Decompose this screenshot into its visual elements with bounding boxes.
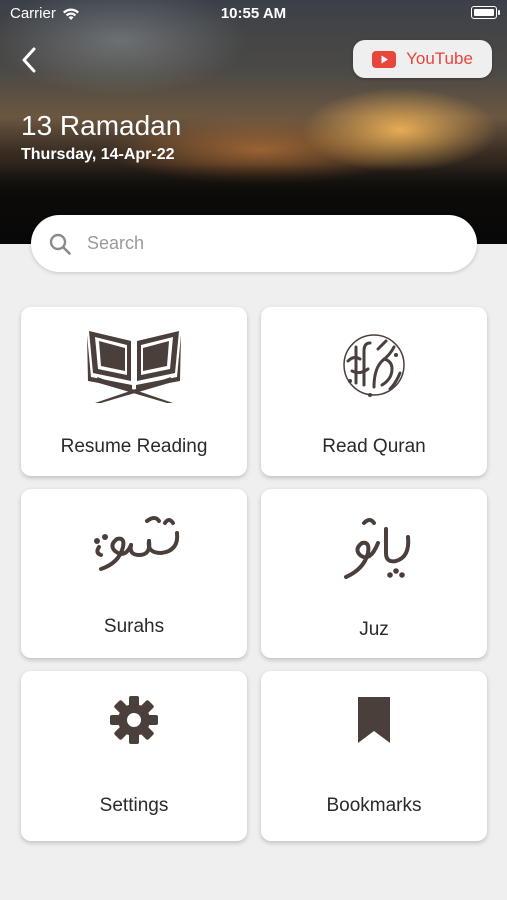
battery-icon xyxy=(471,6,500,19)
tile-label: Surahs xyxy=(103,616,165,637)
chevron-left-icon xyxy=(22,47,36,73)
gregorian-date: Thursday, 14-Apr-22 xyxy=(21,146,175,163)
read-quran-tile[interactable]: Read Quran xyxy=(261,307,487,476)
tile-label: Read Quran xyxy=(322,436,426,457)
search-icon xyxy=(49,233,71,255)
tile-label: Bookmarks xyxy=(326,795,422,816)
bookmark-icon xyxy=(261,695,487,745)
tile-label: Resume Reading xyxy=(60,436,208,457)
settings-tile[interactable]: Settings xyxy=(21,671,247,841)
resume-reading-tile[interactable]: Resume Reading xyxy=(21,307,247,476)
youtube-label: YouTube xyxy=(406,49,473,68)
gear-icon xyxy=(21,695,247,745)
hijri-date: 13 Ramadan xyxy=(21,110,182,141)
open-book-on-stand-icon xyxy=(21,327,247,405)
surahs-tile[interactable]: Surahs xyxy=(21,489,247,658)
back-button[interactable] xyxy=(14,44,44,76)
quran-calligraphy-icon xyxy=(261,325,487,405)
search-input[interactable] xyxy=(87,233,447,254)
para-calligraphy-icon xyxy=(261,507,487,583)
tile-label: Juz xyxy=(359,619,389,640)
status-bar: Carrier 10:55 AM xyxy=(0,0,507,28)
youtube-icon xyxy=(372,50,397,68)
tile-label: Settings xyxy=(99,795,169,816)
bookmarks-tile[interactable]: Bookmarks xyxy=(261,671,487,841)
surah-calligraphy-icon xyxy=(21,507,247,577)
youtube-button[interactable]: YouTube xyxy=(353,40,492,78)
status-time: 10:55 AM xyxy=(220,5,287,22)
search-bar[interactable] xyxy=(31,215,477,272)
juz-tile[interactable]: Juz xyxy=(261,489,487,658)
